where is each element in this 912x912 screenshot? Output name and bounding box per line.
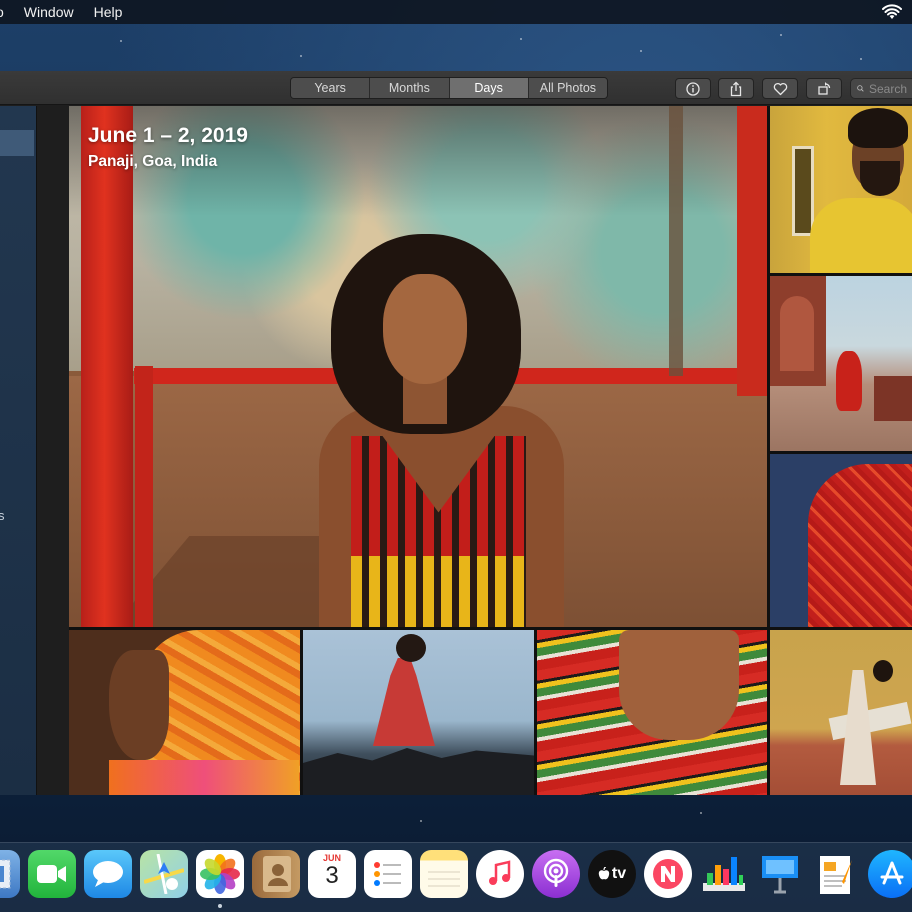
reminders-icon bbox=[374, 862, 401, 886]
heart-icon bbox=[773, 82, 787, 95]
view-segmented-control: Years Months Days All Photos bbox=[290, 77, 608, 99]
tab-all-photos[interactable]: All Photos bbox=[528, 78, 607, 98]
sidebar-selected-item[interactable] bbox=[0, 130, 34, 156]
sidebar-item-label[interactable]: s bbox=[0, 508, 5, 523]
dock-notes-app[interactable] bbox=[420, 850, 468, 898]
search-field[interactable] bbox=[850, 78, 912, 99]
dock-facetime-app[interactable] bbox=[28, 850, 76, 898]
dock-numbers-app[interactable] bbox=[700, 850, 748, 898]
dock-podcasts-app[interactable] bbox=[532, 850, 580, 898]
moment-location[interactable]: Panaji, Goa, India bbox=[88, 153, 217, 171]
dock-calendar-app[interactable]: JUN 3 bbox=[308, 850, 356, 898]
photos-icon bbox=[200, 854, 240, 894]
tv-label: tv bbox=[611, 865, 627, 882]
running-indicator bbox=[218, 904, 222, 908]
rotate-icon bbox=[817, 82, 830, 95]
dock-pages-app[interactable] bbox=[812, 850, 860, 898]
photo-hero[interactable]: June 1 – 2, 2019 Panaji, Goa, India bbox=[69, 106, 767, 627]
info-icon bbox=[686, 81, 700, 96]
dock-contacts-app[interactable] bbox=[252, 850, 300, 898]
dock-news-app[interactable] bbox=[644, 850, 692, 898]
menu-help[interactable]: Help bbox=[84, 0, 133, 24]
messages-icon bbox=[93, 861, 123, 887]
dock-mail-app[interactable] bbox=[0, 850, 20, 898]
facetime-icon bbox=[37, 865, 66, 883]
contacts-icon bbox=[263, 856, 291, 892]
numbers-icon bbox=[703, 857, 745, 891]
photo-thumbnail[interactable] bbox=[770, 106, 912, 273]
photo-thumbnail[interactable] bbox=[770, 454, 912, 627]
photo-thumbnail[interactable] bbox=[770, 630, 912, 795]
dock-messages-app[interactable] bbox=[84, 850, 132, 898]
photo-grid: June 1 – 2, 2019 Panaji, Goa, India bbox=[69, 106, 912, 795]
pages-icon bbox=[820, 856, 852, 894]
toolbar: Years Months Days All Photos bbox=[0, 71, 912, 105]
photo-thumbnail[interactable] bbox=[69, 630, 300, 795]
tab-years[interactable]: Years bbox=[291, 78, 371, 98]
sidebar: s bbox=[0, 106, 37, 795]
photos-window: Years Months Days All Photos Search s Ju… bbox=[0, 71, 912, 795]
calendar-day: 3 bbox=[325, 862, 339, 889]
rotate-button[interactable] bbox=[806, 78, 842, 99]
share-button[interactable] bbox=[718, 78, 754, 99]
photo-thumbnail[interactable] bbox=[303, 630, 534, 795]
info-button[interactable] bbox=[675, 78, 711, 99]
search-icon bbox=[857, 85, 864, 92]
music-icon bbox=[489, 860, 511, 885]
podcasts-icon bbox=[543, 858, 569, 887]
tab-days[interactable]: Days bbox=[449, 78, 529, 98]
menu-photo[interactable]: o bbox=[0, 0, 14, 24]
dock-music-app[interactable] bbox=[476, 850, 524, 898]
notes-icon bbox=[428, 871, 460, 887]
dock-tv-app[interactable]: tv bbox=[588, 850, 636, 898]
maps-icon bbox=[144, 854, 184, 894]
wifi-icon[interactable] bbox=[882, 3, 902, 21]
apple-tv-icon bbox=[598, 867, 610, 880]
moment-title: June 1 – 2, 2019 bbox=[88, 124, 248, 147]
share-icon bbox=[730, 81, 742, 96]
mail-stamp-icon bbox=[0, 859, 11, 889]
tab-months[interactable]: Months bbox=[370, 78, 450, 98]
photo-thumbnail[interactable] bbox=[770, 276, 912, 451]
photo-thumbnail[interactable] bbox=[537, 630, 767, 795]
dock-app-store-app[interactable] bbox=[868, 850, 912, 898]
dock-maps-app[interactable] bbox=[140, 850, 188, 898]
dock-keynote-app[interactable] bbox=[756, 850, 804, 898]
search-input[interactable] bbox=[869, 81, 912, 96]
favorite-button[interactable] bbox=[762, 78, 798, 99]
keynote-icon bbox=[762, 856, 798, 894]
dock-reminders-app[interactable] bbox=[364, 850, 412, 898]
news-icon bbox=[653, 859, 683, 889]
app-store-icon bbox=[880, 861, 904, 885]
dock-photos-app[interactable] bbox=[196, 850, 244, 898]
menu-bar: o Window Help bbox=[0, 0, 912, 24]
menu-window[interactable]: Window bbox=[14, 0, 84, 24]
